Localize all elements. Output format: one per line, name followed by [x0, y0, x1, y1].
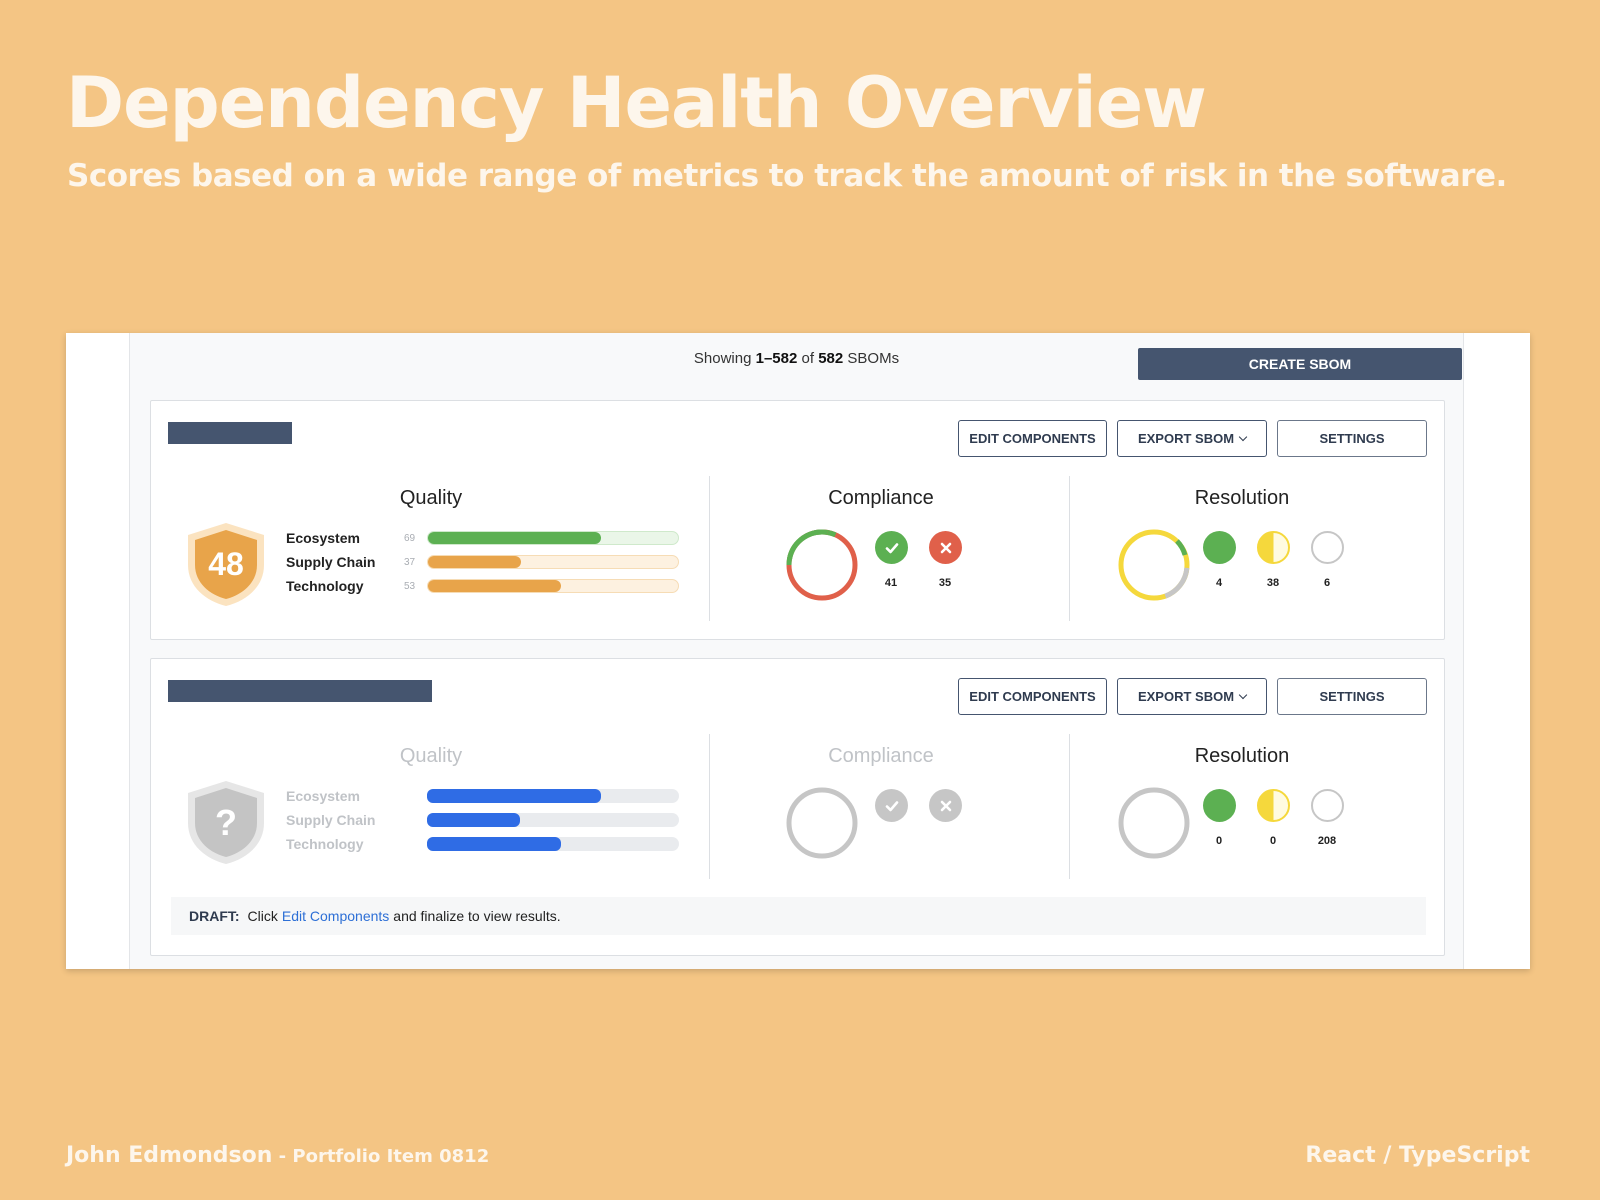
- partial-status-icon: [1257, 789, 1290, 822]
- quality-score-shield-icon: 48: [188, 523, 264, 606]
- section-divider: [1069, 476, 1070, 621]
- resolution-ring-icon: [1118, 787, 1190, 859]
- sbom-title-redacted: [168, 422, 292, 444]
- quality-score-unknown: ?: [215, 802, 237, 843]
- partial-count: 0: [1269, 835, 1277, 847]
- ecosystem-bar: [427, 789, 679, 803]
- compliance-title: Compliance: [828, 487, 934, 509]
- app-window: Showing 1–582 of 582 SBOMs CREATE SBOM E…: [66, 333, 1530, 969]
- sbom-list-panel: Showing 1–582 of 582 SBOMs CREATE SBOM E…: [129, 333, 1464, 969]
- section-divider: [709, 476, 710, 621]
- metric-row-supply-chain: Supply Chain 37: [286, 554, 416, 570]
- metric-row-technology: Technology: [286, 836, 364, 852]
- compliance-ring-icon: [786, 529, 858, 601]
- open-count: 6: [1323, 577, 1331, 589]
- edit-components-link[interactable]: Edit Components: [282, 908, 389, 924]
- partial-status-icon: [1257, 531, 1290, 564]
- sbom-card-draft: EDIT COMPONENTS EXPORT SBOM SETTINGS Qua…: [150, 658, 1445, 956]
- ecosystem-bar-fill: [427, 789, 601, 803]
- page-subline: Scores based on a wide range of metrics …: [67, 158, 1507, 194]
- resolution-title: Resolution: [1194, 745, 1290, 767]
- section-divider: [709, 734, 710, 879]
- resolved-status-icon: [1203, 531, 1236, 564]
- compliance-pass-icon: [875, 789, 908, 822]
- open-status-icon: [1311, 531, 1344, 564]
- resolved-count: 0: [1215, 835, 1223, 847]
- footer-tech: React / TypeScript: [1305, 1143, 1530, 1168]
- page-headline: Dependency Health Overview: [66, 62, 1207, 144]
- sbom-title-redacted: [168, 680, 432, 702]
- export-sbom-button[interactable]: EXPORT SBOM: [1117, 678, 1267, 715]
- resolution-ring-icon: [1118, 529, 1190, 601]
- compliance-title: Compliance: [828, 745, 934, 767]
- create-sbom-button[interactable]: CREATE SBOM: [1138, 348, 1462, 380]
- resolution-title: Resolution: [1194, 487, 1290, 509]
- draft-suffix: and finalize to view results.: [393, 908, 561, 924]
- supply-chain-bar: [427, 813, 679, 827]
- partial-count: 38: [1266, 577, 1280, 589]
- quality-unknown-shield-icon: ?: [188, 781, 264, 864]
- settings-button[interactable]: SETTINGS: [1277, 420, 1427, 457]
- draft-prefix: Click: [247, 908, 278, 924]
- technology-bar-fill: [428, 580, 561, 592]
- quality-title: Quality: [399, 487, 463, 509]
- chevron-down-icon: [1238, 690, 1248, 699]
- section-divider: [1069, 734, 1070, 879]
- compliance-fail-count: 35: [938, 577, 952, 589]
- supply-chain-bar-fill: [427, 813, 521, 827]
- export-sbom-button[interactable]: EXPORT SBOM: [1117, 420, 1267, 457]
- open-status-icon: [1311, 789, 1344, 822]
- technology-bar-fill: [427, 837, 561, 851]
- open-count: 208: [1317, 835, 1337, 847]
- edit-components-button[interactable]: EDIT COMPONENTS: [958, 678, 1107, 715]
- sbom-card: EDIT COMPONENTS EXPORT SBOM SETTINGS Qua…: [150, 400, 1445, 640]
- compliance-ring-icon: [786, 787, 858, 859]
- resolved-status-icon: [1203, 789, 1236, 822]
- quality-title: Quality: [399, 745, 463, 767]
- chevron-down-icon: [1238, 432, 1248, 441]
- footer-author: John Edmondson - Portfolio Item 0812: [66, 1143, 490, 1168]
- compliance-pass-count: 41: [884, 577, 898, 589]
- draft-label: DRAFT:: [189, 908, 240, 924]
- ecosystem-bar: [427, 531, 679, 545]
- resolved-count: 4: [1215, 577, 1223, 589]
- draft-notice: DRAFT: Click Edit Components and finaliz…: [171, 897, 1426, 935]
- metric-row-technology: Technology 53: [286, 578, 416, 594]
- quality-score: 48: [208, 546, 244, 582]
- edit-components-button[interactable]: EDIT COMPONENTS: [958, 420, 1107, 457]
- supply-chain-bar-fill: [428, 556, 521, 568]
- supply-chain-bar: [427, 555, 679, 569]
- metric-row-supply-chain: Supply Chain: [286, 812, 376, 828]
- compliance-fail-icon: [929, 531, 962, 564]
- ecosystem-bar-fill: [428, 532, 601, 544]
- compliance-pass-icon: [875, 531, 908, 564]
- technology-bar: [427, 837, 679, 851]
- technology-bar: [427, 579, 679, 593]
- metric-row-ecosystem: Ecosystem: [286, 788, 360, 804]
- settings-button[interactable]: SETTINGS: [1277, 678, 1427, 715]
- metric-row-ecosystem: Ecosystem 69: [286, 530, 416, 546]
- compliance-fail-icon: [929, 789, 962, 822]
